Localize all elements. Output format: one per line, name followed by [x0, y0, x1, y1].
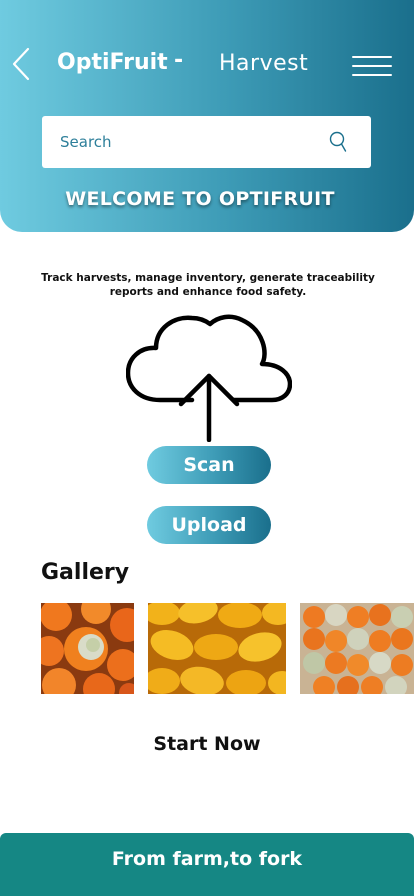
hamburger-menu-icon	[352, 56, 392, 58]
hamburger-menu-icon	[352, 74, 392, 76]
gallery-image-spoiled-oranges-crate[interactable]	[300, 603, 414, 694]
gallery-image-mangoes[interactable]	[148, 603, 286, 694]
welcome-heading: WELCOME TO OPTIFRUIT	[65, 188, 335, 210]
cloud-upload-icon[interactable]	[126, 314, 292, 442]
app-header: OptiFruit - Harvest WELCOME TO OPTIFRUIT	[0, 0, 414, 232]
search-input[interactable]	[60, 128, 320, 156]
gallery-image-moldy-oranges[interactable]	[41, 603, 134, 694]
tagline-text: Track harvests, manage inventory, genera…	[41, 272, 375, 298]
chevron-left-icon	[12, 47, 30, 81]
start-now-link[interactable]: Start Now	[0, 733, 414, 755]
scan-button[interactable]: Scan	[147, 446, 271, 484]
hamburger-menu-icon	[352, 65, 392, 67]
title-separator: -	[174, 48, 184, 73]
upload-button[interactable]: Upload	[147, 506, 271, 544]
search-bar	[42, 116, 371, 168]
footer-bar: From farm,to fork	[0, 833, 414, 896]
footer-slogan: From farm,to fork	[111, 848, 303, 870]
page-title: Harvest	[219, 51, 309, 76]
menu-button[interactable]	[350, 50, 394, 80]
back-button[interactable]	[8, 44, 38, 84]
app-name: OptiFruit	[57, 50, 168, 75]
search-icon[interactable]	[328, 130, 348, 154]
gallery-title: Gallery	[41, 560, 130, 585]
